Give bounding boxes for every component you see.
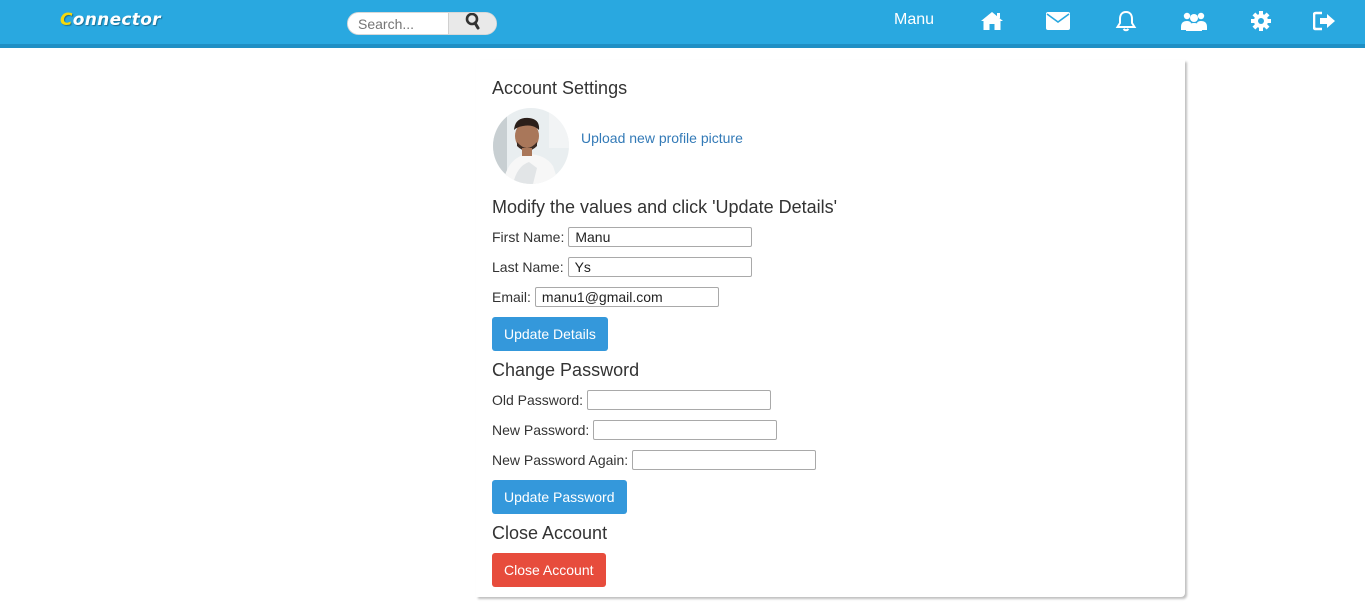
update-details-button[interactable]: Update Details (492, 317, 608, 351)
search-box (347, 12, 497, 35)
update-password-button[interactable]: Update Password (492, 480, 627, 514)
email-field[interactable] (534, 287, 719, 307)
email-row: Email: (492, 287, 719, 307)
new-password-row: New Password: (492, 420, 778, 440)
modify-heading: Modify the values and click 'Update Deta… (492, 197, 838, 217)
last-name-field[interactable] (567, 257, 752, 277)
sign-out-icon[interactable] (1311, 9, 1339, 33)
gear-icon[interactable] (1247, 9, 1275, 33)
email-label: Email: (492, 289, 531, 305)
last-name-label: Last Name: (492, 259, 564, 275)
logo-text: onnector (72, 10, 161, 30)
users-icon[interactable] (1180, 9, 1208, 33)
old-password-row: Old Password: (492, 390, 772, 410)
change-password-heading: Change Password (492, 360, 640, 380)
new-password-again-label: New Password Again: (492, 452, 629, 468)
page-title: Account Settings (492, 78, 628, 98)
new-password-again-row: New Password Again: (492, 450, 817, 470)
search-input[interactable] (348, 13, 448, 34)
new-password-again-field[interactable] (632, 450, 817, 470)
first-name-label: First Name: (492, 229, 565, 245)
last-name-row: Last Name: (492, 257, 752, 277)
first-name-field[interactable] (568, 227, 753, 247)
bell-icon[interactable] (1112, 9, 1140, 33)
first-name-row: First Name: (492, 227, 753, 247)
new-password-field[interactable] (593, 420, 778, 440)
close-account-button[interactable]: Close Account (492, 553, 606, 587)
envelope-icon[interactable] (1044, 9, 1072, 33)
close-account-heading: Close Account (492, 523, 608, 543)
logo[interactable]: Connector (60, 10, 161, 30)
logo-initial: C (60, 10, 73, 30)
profile-picture (493, 108, 569, 184)
search-icon (465, 13, 481, 34)
new-password-label: New Password: (492, 422, 590, 438)
search-button[interactable] (448, 13, 496, 34)
username-link[interactable]: Manu (894, 11, 934, 29)
old-password-label: Old Password: (492, 392, 584, 408)
upload-profile-picture-link[interactable]: Upload new profile picture (581, 130, 743, 146)
old-password-field[interactable] (587, 390, 772, 410)
home-icon[interactable] (978, 9, 1006, 33)
top-navbar: Connector Manu (0, 0, 1365, 48)
